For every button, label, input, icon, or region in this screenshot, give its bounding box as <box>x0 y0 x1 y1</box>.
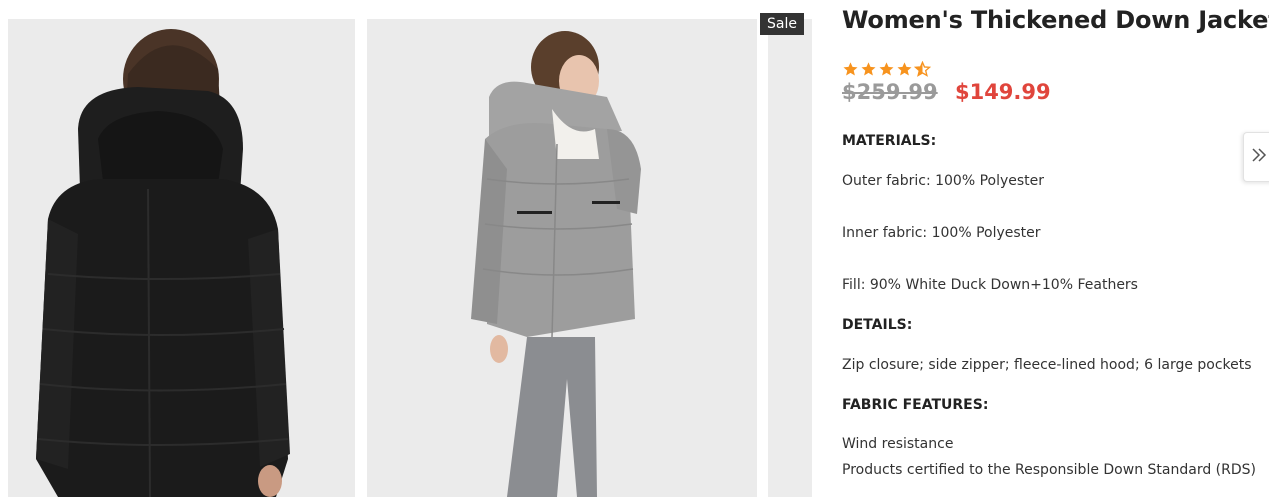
product-image-partial[interactable] <box>768 19 812 497</box>
fill-text: Fill: 90% White Duck Down+10% Feathers <box>842 277 1138 293</box>
star-icon <box>860 61 877 77</box>
product-image-front-view[interactable] <box>367 19 757 497</box>
product-image-back-view[interactable] <box>8 19 355 497</box>
star-icon <box>842 61 859 77</box>
details-heading: DETAILS: <box>842 317 913 333</box>
inner-fabric-text: Inner fabric: 100% Polyester <box>842 225 1041 241</box>
sale-badge: Sale <box>760 13 804 35</box>
star-icon <box>878 61 895 77</box>
double-chevron-right-icon <box>1250 146 1268 169</box>
next-slide-button[interactable] <box>1243 132 1269 182</box>
sale-price: $149.99 <box>954 80 1051 104</box>
price-row: $259.99 $149.99 <box>842 80 1051 104</box>
product-page: Sale Women's Thickened Down Jacket $259.… <box>0 0 1269 497</box>
star-icon <box>896 61 913 77</box>
product-title: Women's Thickened Down Jacket <box>842 6 1269 34</box>
details-text: Zip closure; side zipper; fleece-lined h… <box>842 357 1252 373</box>
rating-stars[interactable] <box>842 61 931 77</box>
feature-wind-resistance: Wind resistance <box>842 436 954 452</box>
original-price: $259.99 <box>842 80 938 104</box>
jacket-front-illustration <box>367 19 757 497</box>
fabric-features-heading: FABRIC FEATURES: <box>842 397 989 413</box>
feature-rds: Products certified to the Responsible Do… <box>842 462 1256 478</box>
star-half-icon <box>914 61 931 77</box>
jacket-back-illustration <box>8 19 355 497</box>
outer-fabric-text: Outer fabric: 100% Polyester <box>842 173 1045 189</box>
materials-heading: MATERIALS: <box>842 133 937 149</box>
